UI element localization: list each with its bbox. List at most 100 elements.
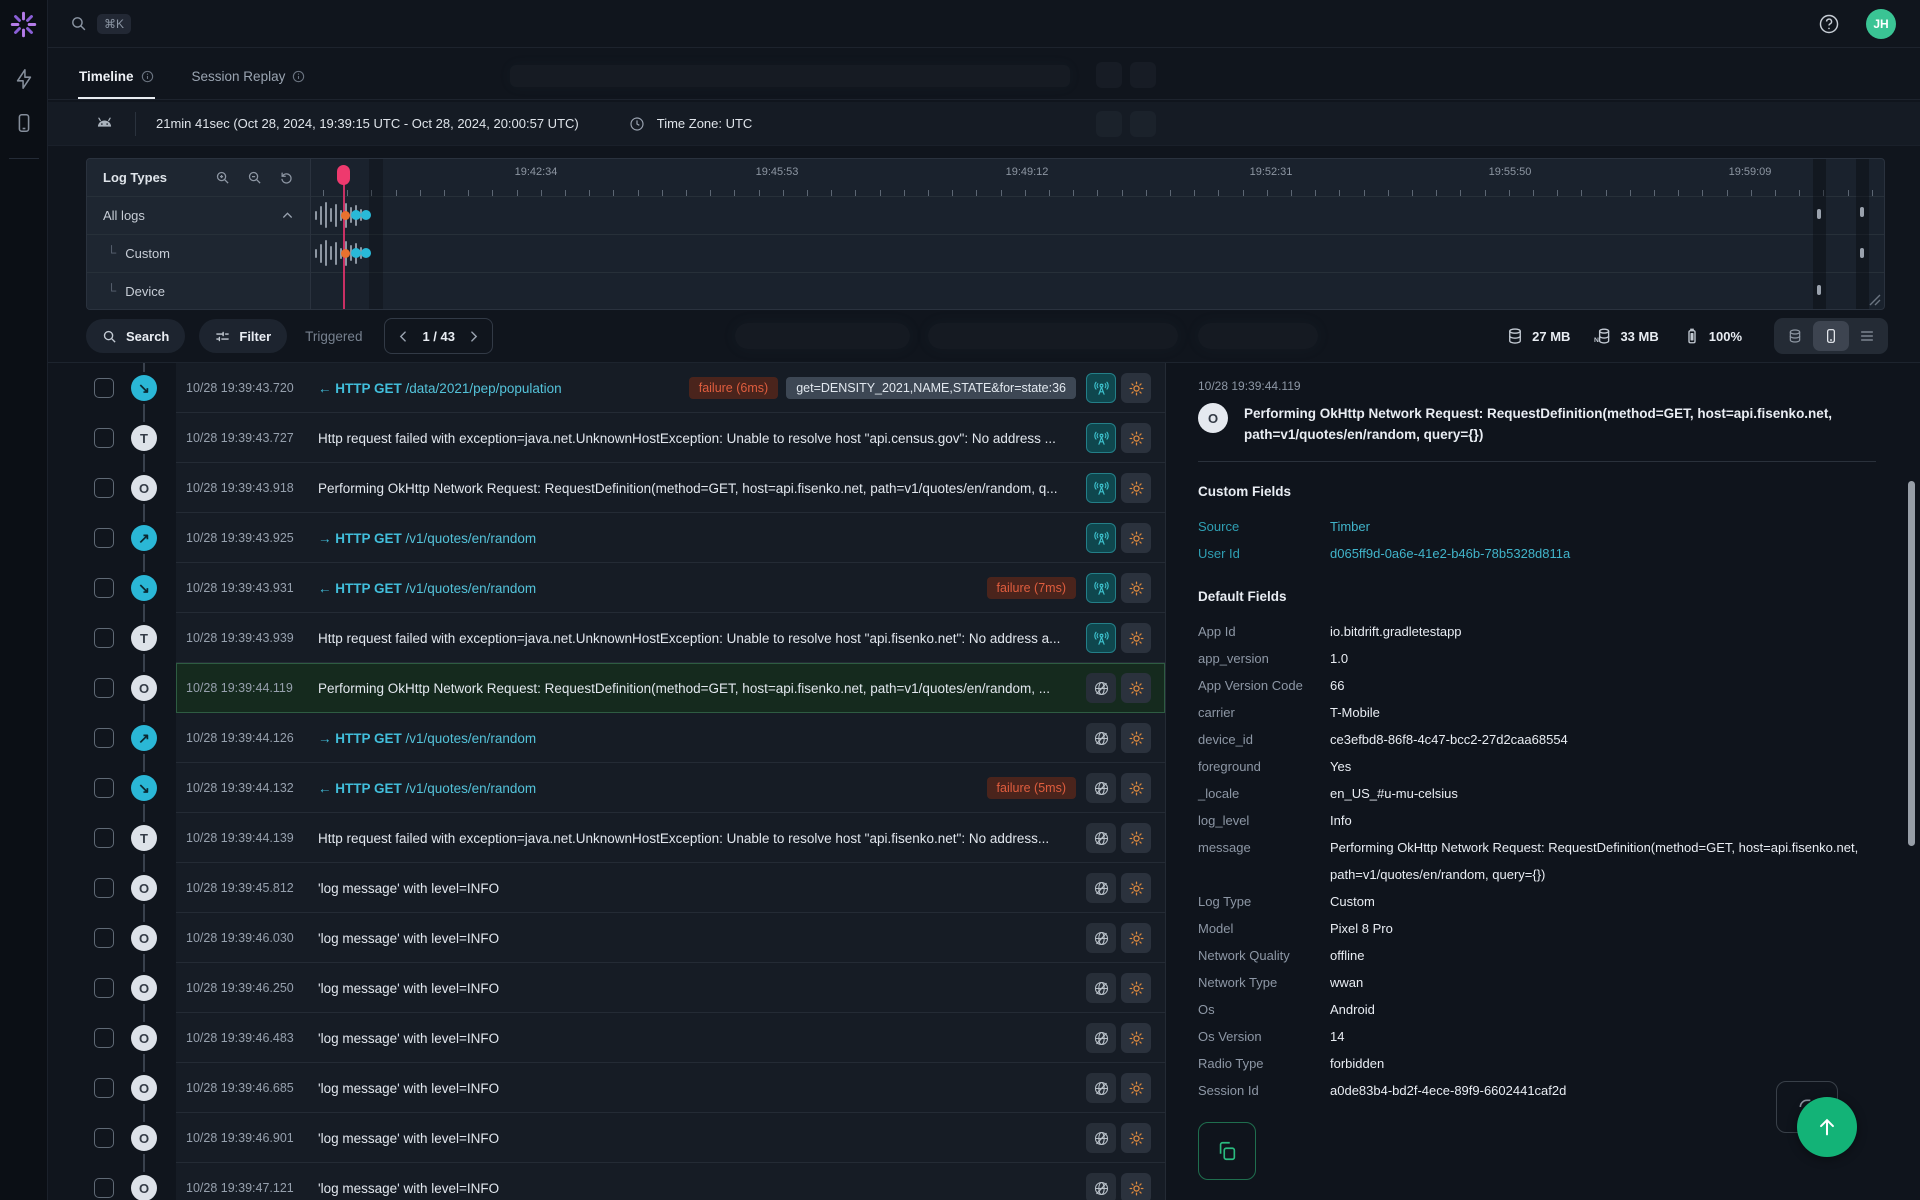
- log-row[interactable]: O 10/28 19:39:45.812 'log message' with le…: [48, 863, 1165, 913]
- playhead-marker[interactable]: [337, 165, 350, 185]
- network-offline-button[interactable]: [1086, 723, 1116, 753]
- log-type-row-device[interactable]: └ Device: [87, 272, 310, 309]
- log-row[interactable]: ↘ 10/28 19:39:43.720 ← HTTP GET /data/2021…: [48, 363, 1165, 413]
- log-row[interactable]: T 10/28 19:39:43.727 Http request failed w…: [48, 413, 1165, 463]
- brightness-button[interactable]: [1121, 573, 1151, 603]
- help-icon[interactable]: [1818, 13, 1840, 35]
- log-row[interactable]: ↘ 10/28 19:39:44.132 ← HTTP GET /v1/quotes…: [48, 763, 1165, 813]
- log-row[interactable]: ↗ 10/28 19:39:43.925 → HTTP GET /v1/quotes…: [48, 513, 1165, 563]
- brightness-button[interactable]: [1121, 1123, 1151, 1153]
- triggered-label[interactable]: Triggered: [305, 329, 362, 344]
- next-page-icon[interactable]: [467, 330, 480, 343]
- log-row[interactable]: O 10/28 19:39:43.918 Performing OkHttp Net…: [48, 463, 1165, 513]
- zoom-out-icon[interactable]: [247, 170, 262, 185]
- network-offline-button[interactable]: [1086, 973, 1116, 1003]
- devices-phone-icon[interactable]: [13, 112, 35, 134]
- tab-session-replay[interactable]: Session Replay: [191, 69, 307, 99]
- log-row-checkbox[interactable]: [94, 578, 114, 598]
- brightness-button[interactable]: [1121, 623, 1151, 653]
- brightness-button[interactable]: [1121, 523, 1151, 553]
- view-list-button[interactable]: [1849, 321, 1885, 351]
- field-value[interactable]: d065ff9d-0a6e-41e2-b46b-78b5328d811a: [1330, 540, 1570, 567]
- log-row[interactable]: T 10/28 19:39:44.139 Http request failed w…: [48, 813, 1165, 863]
- filter-button[interactable]: Filter: [199, 319, 288, 353]
- log-row[interactable]: O 10/28 19:39:46.250 'log message' with le…: [48, 963, 1165, 1013]
- log-row-checkbox[interactable]: [94, 1078, 114, 1098]
- reset-zoom-icon[interactable]: [279, 170, 294, 185]
- network-offline-button[interactable]: [1086, 923, 1116, 953]
- network-offline-button[interactable]: [1086, 873, 1116, 903]
- brightness-button[interactable]: [1121, 773, 1151, 803]
- network-offline-button[interactable]: [1086, 1073, 1116, 1103]
- log-row-checkbox[interactable]: [94, 678, 114, 698]
- scroll-to-top-button[interactable]: [1797, 1097, 1857, 1157]
- search-icon[interactable]: [70, 15, 87, 32]
- view-device-button[interactable]: [1813, 321, 1849, 351]
- network-antenna-button[interactable]: [1086, 573, 1116, 603]
- user-avatar[interactable]: JH: [1866, 8, 1896, 39]
- tab-timeline[interactable]: Timeline: [78, 69, 155, 99]
- log-row-checkbox[interactable]: [94, 478, 114, 498]
- log-row-checkbox[interactable]: [94, 428, 114, 448]
- detail-scrollbar[interactable]: [1908, 481, 1915, 846]
- network-antenna-button[interactable]: [1086, 373, 1116, 403]
- log-row-checkbox[interactable]: [94, 728, 114, 748]
- network-offline-button[interactable]: [1086, 1173, 1116, 1200]
- log-row[interactable]: O 10/28 19:39:46.685 'log message' with le…: [48, 1063, 1165, 1113]
- network-antenna-button[interactable]: [1086, 423, 1116, 453]
- bitdrift-logo-icon[interactable]: [10, 11, 37, 38]
- log-row-checkbox[interactable]: [94, 878, 114, 898]
- brightness-button[interactable]: [1121, 923, 1151, 953]
- network-offline-button[interactable]: [1086, 823, 1116, 853]
- view-database-button[interactable]: [1777, 321, 1813, 351]
- network-antenna-button[interactable]: [1086, 523, 1116, 553]
- log-row[interactable]: ↘ 10/28 19:39:43.931 ← HTTP GET /v1/quotes…: [48, 563, 1165, 613]
- log-row[interactable]: ↗ 10/28 19:39:44.126 → HTTP GET /v1/quotes…: [48, 713, 1165, 763]
- network-offline-button[interactable]: [1086, 673, 1116, 703]
- log-row-checkbox[interactable]: [94, 1178, 114, 1198]
- log-row[interactable]: O 10/28 19:39:47.121 'log message' with le…: [48, 1163, 1165, 1200]
- log-row[interactable]: O 10/28 19:39:46.901 'log message' with le…: [48, 1113, 1165, 1163]
- log-row-checkbox[interactable]: [94, 778, 114, 798]
- log-row-checkbox[interactable]: [94, 828, 114, 848]
- log-row[interactable]: O 10/28 19:39:44.119 Performing OkHttp Net…: [48, 663, 1165, 713]
- log-row-checkbox[interactable]: [94, 928, 114, 948]
- zoom-in-icon[interactable]: [215, 170, 230, 185]
- brightness-button[interactable]: [1121, 1073, 1151, 1103]
- brightness-button[interactable]: [1121, 1173, 1151, 1200]
- brightness-button[interactable]: [1121, 973, 1151, 1003]
- brightness-button[interactable]: [1121, 873, 1151, 903]
- log-type-row-custom[interactable]: └ Custom: [87, 234, 310, 272]
- brightness-button[interactable]: [1121, 723, 1151, 753]
- network-offline-button[interactable]: [1086, 773, 1116, 803]
- log-row[interactable]: O 10/28 19:39:46.483 'log message' with le…: [48, 1013, 1165, 1063]
- network-antenna-button[interactable]: [1086, 473, 1116, 503]
- resize-handle-icon[interactable]: [1869, 294, 1881, 306]
- log-row-checkbox[interactable]: [94, 628, 114, 648]
- network-offline-button[interactable]: [1086, 1023, 1116, 1053]
- network-offline-button[interactable]: [1086, 1123, 1116, 1153]
- field-value[interactable]: Timber: [1330, 513, 1370, 540]
- network-antenna-button[interactable]: [1086, 623, 1116, 653]
- brightness-button[interactable]: [1121, 1023, 1151, 1053]
- search-button[interactable]: Search: [86, 319, 186, 353]
- copy-fields-button[interactable]: [1198, 1122, 1256, 1180]
- log-row-checkbox[interactable]: [94, 1128, 114, 1148]
- log-row-checkbox[interactable]: [94, 528, 114, 548]
- timeline-chart[interactable]: 19:42:34 19:45:53 19:49:12 19:52:31 19:55:50…: [311, 159, 1884, 309]
- prev-page-icon[interactable]: [397, 330, 410, 343]
- log-row-checkbox[interactable]: [94, 978, 114, 998]
- chevron-up-icon[interactable]: [281, 209, 294, 222]
- log-row-checkbox[interactable]: [94, 378, 114, 398]
- brightness-button[interactable]: [1121, 823, 1151, 853]
- log-row[interactable]: T 10/28 19:39:43.939 Http request failed w…: [48, 613, 1165, 663]
- log-row-checkbox[interactable]: [94, 1028, 114, 1048]
- search-shortcut-badge[interactable]: ⌘K: [97, 13, 132, 34]
- brightness-button[interactable]: [1121, 473, 1151, 503]
- brightness-button[interactable]: [1121, 423, 1151, 453]
- log-row[interactable]: O 10/28 19:39:46.030 'log message' with le…: [48, 913, 1165, 963]
- log-type-row-all-logs[interactable]: All logs: [87, 196, 310, 234]
- brightness-button[interactable]: [1121, 373, 1151, 403]
- brightness-button[interactable]: [1121, 673, 1151, 703]
- events-lightning-icon[interactable]: [13, 68, 35, 90]
